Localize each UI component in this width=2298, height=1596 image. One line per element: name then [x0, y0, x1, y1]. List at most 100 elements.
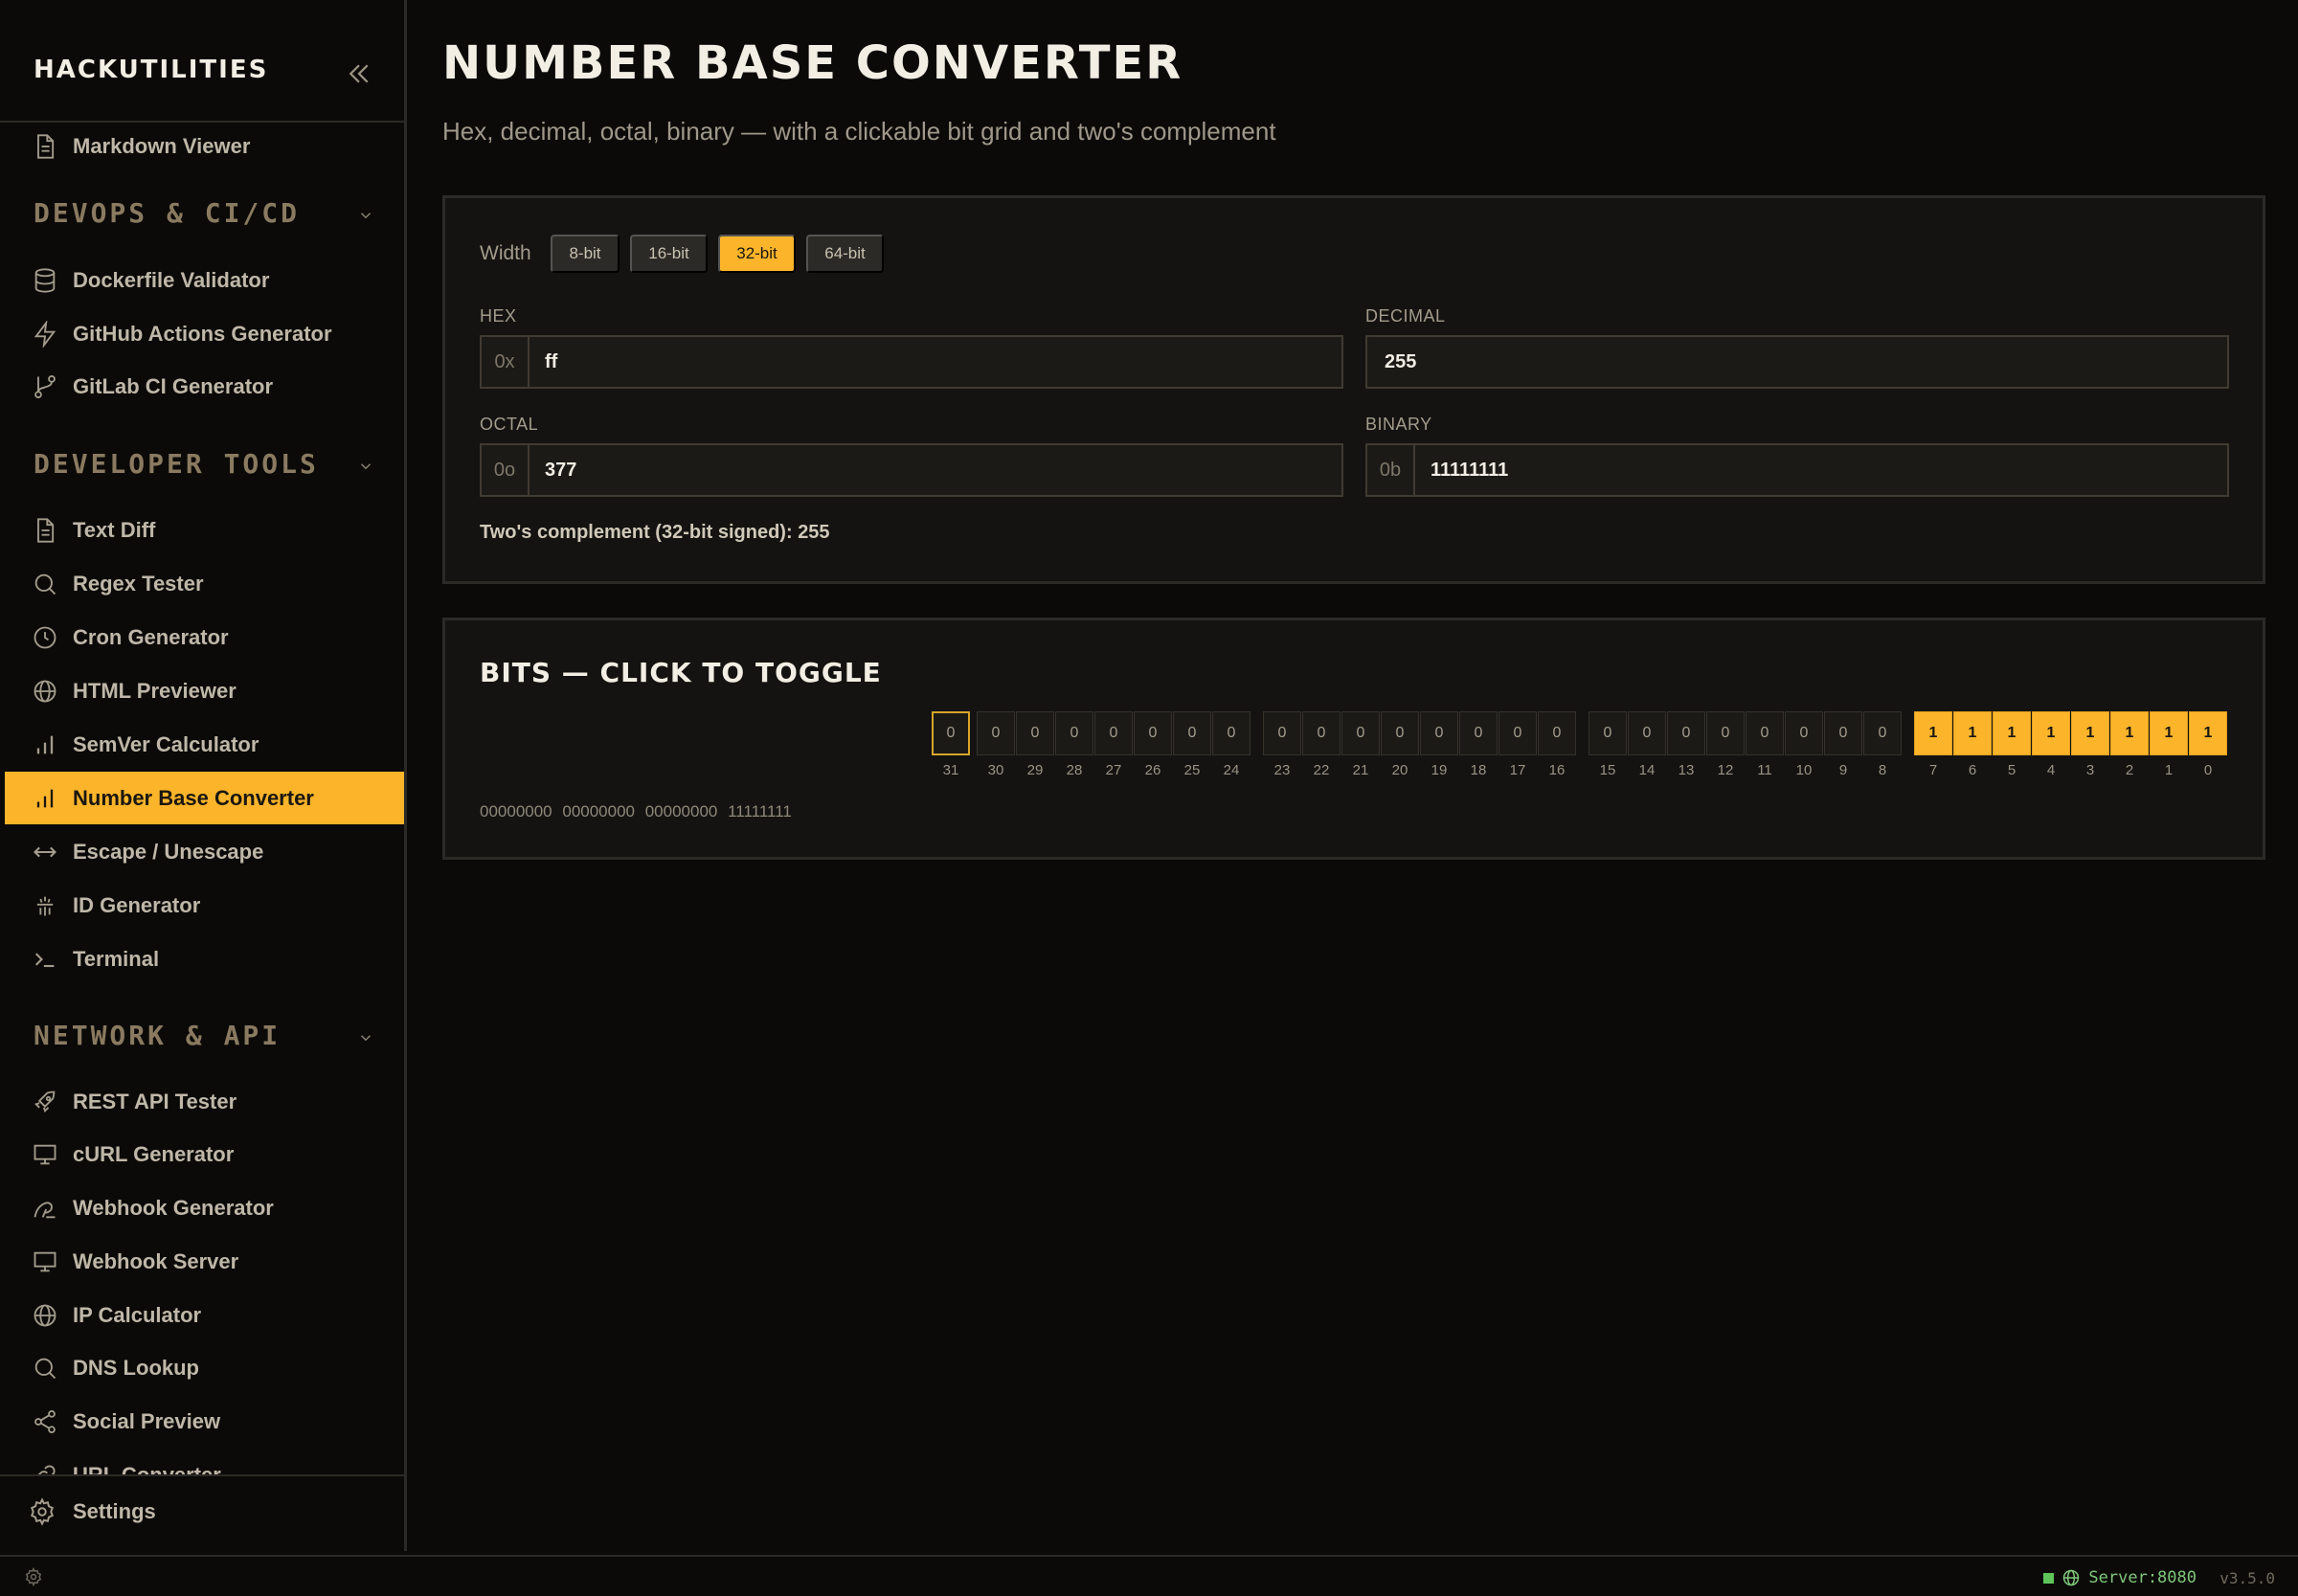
sidebar-item-dockerfile-validator[interactable]: Dockerfile Validator	[5, 254, 404, 306]
sidebar-item-escape-unescape[interactable]: Escape / Unescape	[5, 825, 404, 878]
bit-toggle[interactable]: 1	[2150, 711, 2188, 755]
bit-toggle[interactable]: 0	[1459, 711, 1498, 755]
bit-toggle[interactable]: 0	[1212, 711, 1250, 755]
bit-toggle[interactable]: 1	[2071, 711, 2109, 755]
sidebar-item-label: cURL Generator	[73, 1141, 235, 1166]
fingerprint-icon	[28, 888, 62, 923]
collapse-sidebar-icon[interactable]	[343, 59, 375, 88]
monitor-icon	[28, 1137, 62, 1172]
status-dot-icon	[2043, 1572, 2055, 1584]
twos-complement-readout: Two's complement (32-bit signed): 255	[480, 522, 830, 543]
sidebar-item-id-generator[interactable]: ID Generator	[5, 879, 404, 932]
section-devops[interactable]: DEVOPS & CI/CD	[34, 197, 388, 236]
bit-toggle[interactable]: 0	[977, 711, 1015, 755]
bit-toggle[interactable]: 0	[1863, 711, 1902, 755]
bit-toggle[interactable]: 0	[1628, 711, 1666, 755]
hex-label: HEX	[480, 306, 517, 326]
bar-chart-icon	[28, 781, 62, 816]
bit-toggle[interactable]: 0	[1302, 711, 1340, 755]
section-network-api[interactable]: NETWORK & API	[34, 1020, 388, 1058]
sidebar-item-dns-lookup[interactable]: DNS Lookup	[5, 1341, 404, 1394]
bit-toggle[interactable]: 0	[1588, 711, 1627, 755]
bit-toggle[interactable]: 0	[1094, 711, 1133, 755]
sidebar-item-label: Social Preview	[73, 1408, 221, 1433]
sidebar-item-cron-generator[interactable]: Cron Generator	[5, 611, 404, 663]
sidebar-item-label: Cron Generator	[73, 624, 229, 649]
bit-toggle[interactable]: 1	[2189, 711, 2227, 755]
bit-toggle[interactable]: 0	[1538, 711, 1576, 755]
bit-index-label: 7	[1928, 762, 1938, 778]
octal-input[interactable]: 377	[529, 445, 576, 495]
binary-input[interactable]: 11111111	[1415, 445, 1508, 495]
bit-toggle[interactable]: 0	[1420, 711, 1458, 755]
sidebar-item-terminal[interactable]: Terminal	[5, 933, 404, 985]
width-64bit-button[interactable]: 64-bit	[806, 235, 884, 273]
sidebar-item-label: Number Base Converter	[73, 785, 314, 810]
sidebar-item-semver-calculator[interactable]: SemVer Calculator	[5, 718, 404, 771]
share-icon	[28, 1405, 62, 1439]
hex-field[interactable]: 0x ff	[480, 335, 1343, 389]
sidebar-item-html-previewer[interactable]: HTML Previewer	[5, 664, 404, 717]
status-bar: Server:8080 v3.5.0	[0, 1555, 2298, 1596]
sidebar-item-url-converter[interactable]: URL Converter	[5, 1449, 404, 1476]
server-status[interactable]: Server:8080	[2043, 1568, 2197, 1587]
decimal-input[interactable]: 255	[1367, 337, 1416, 387]
bit-index-label: 17	[1509, 762, 1526, 778]
sidebar-item-gitlab-ci-generator[interactable]: GitLab CI Generator	[5, 360, 404, 413]
sidebar-item-github-actions-generator[interactable]: GitHub Actions Generator	[5, 307, 404, 360]
sidebar-item-curl-generator[interactable]: cURL Generator	[5, 1128, 404, 1180]
sidebar-item-social-preview[interactable]: Social Preview	[5, 1395, 404, 1448]
bit-toggle[interactable]: 0	[1341, 711, 1380, 755]
sidebar-item-webhook-server[interactable]: Webhook Server	[5, 1235, 404, 1288]
bit-index-label: 25	[1183, 762, 1201, 778]
sidebar-item-markdown-viewer[interactable]: Markdown Viewer	[5, 124, 404, 172]
sidebar-item-label: GitHub Actions Generator	[73, 321, 332, 346]
bar-chart-icon	[28, 728, 62, 762]
bit-toggle[interactable]: 1	[2032, 711, 2070, 755]
bit-index-label: 3	[2085, 762, 2095, 778]
gear-icon[interactable]	[24, 1567, 43, 1586]
bit-toggle[interactable]: 0	[1263, 711, 1301, 755]
bit-toggle[interactable]: 0	[1173, 711, 1211, 755]
hex-input[interactable]: ff	[529, 337, 557, 387]
width-8bit-button[interactable]: 8-bit	[551, 235, 620, 273]
section-developer-tools[interactable]: DEVELOPER TOOLS	[34, 448, 388, 486]
bit-toggle[interactable]: 0	[1055, 711, 1093, 755]
bit-toggle[interactable]: 0	[1824, 711, 1862, 755]
bit-toggle[interactable]: 0	[1746, 711, 1784, 755]
bit-toggle[interactable]: 0	[1381, 711, 1419, 755]
bit-toggle[interactable]: 0	[1706, 711, 1745, 755]
bit-index-label: 5	[2007, 762, 2016, 778]
sidebar-header: HACKUTILITIES	[0, 0, 404, 123]
sidebar-item-rest-api-tester[interactable]: REST API Tester	[5, 1075, 404, 1128]
bit-toggle[interactable]: 0	[1498, 711, 1537, 755]
width-32bit-button[interactable]: 32-bit	[718, 235, 796, 273]
binary-field[interactable]: 0b 11111111	[1365, 443, 2229, 497]
bit-index-label: 13	[1678, 762, 1695, 778]
sidebar-item-number-base-converter[interactable]: Number Base Converter	[5, 772, 404, 824]
bit-toggle[interactable]: 1	[2110, 711, 2149, 755]
bit-toggle[interactable]: 0	[932, 711, 970, 755]
sidebar-item-settings[interactable]: Settings	[0, 1474, 404, 1551]
bit-toggle[interactable]: 1	[1914, 711, 1952, 755]
bit-toggle[interactable]: 0	[1134, 711, 1172, 755]
sidebar-item-ip-calculator[interactable]: IP Calculator	[5, 1289, 404, 1341]
octal-field[interactable]: 0o 377	[480, 443, 1343, 497]
sidebar-item-label: Regex Tester	[73, 571, 204, 596]
sidebar-item-webhook-generator[interactable]: Webhook Generator	[5, 1181, 404, 1234]
width-16bit-button[interactable]: 16-bit	[630, 235, 708, 273]
bit-index-label: 26	[1144, 762, 1161, 778]
bit-toggle[interactable]: 0	[1016, 711, 1054, 755]
bit-toggle[interactable]: 0	[1667, 711, 1705, 755]
search-icon	[28, 567, 62, 601]
sidebar-item-label: Terminal	[73, 946, 160, 971]
bit-toggle[interactable]: 1	[1953, 711, 1992, 755]
sidebar-item-text-diff[interactable]: Text Diff	[5, 504, 404, 556]
bit-toggle[interactable]: 0	[1785, 711, 1823, 755]
bit-index-label: 28	[1066, 762, 1083, 778]
bit-toggle[interactable]: 1	[1993, 711, 2031, 755]
globe-icon	[28, 674, 62, 708]
sidebar-item-label: REST API Tester	[73, 1089, 237, 1113]
decimal-field[interactable]: 255	[1365, 335, 2229, 389]
sidebar-item-regex-tester[interactable]: Regex Tester	[5, 557, 404, 610]
